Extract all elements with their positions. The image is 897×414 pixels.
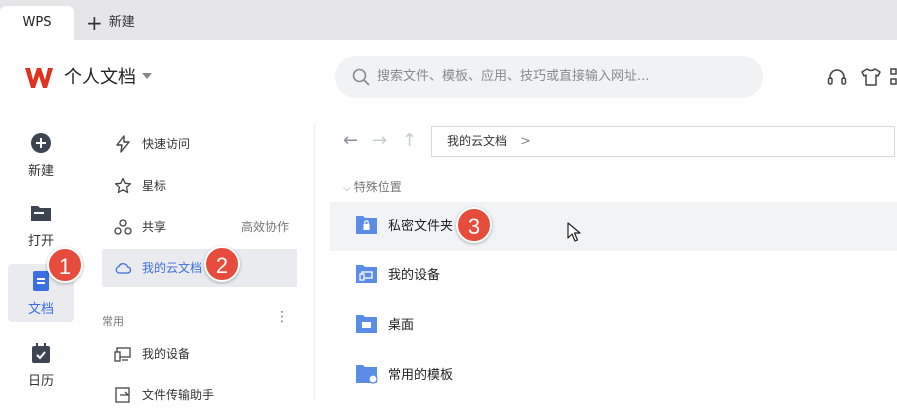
step-badge-3: 3 (456, 207, 492, 243)
folder-icon (31, 206, 51, 221)
nav-label: 快速访问 (142, 137, 191, 151)
folder-label: 私密文件夹 (388, 219, 454, 234)
rail-label: 文档 (27, 302, 54, 317)
rail-label: 日历 (27, 374, 54, 389)
folder-label: 我的设备 (388, 268, 441, 283)
transfer-icon (115, 387, 130, 403)
folder-label: 常用的模板 (388, 368, 454, 383)
new-tab-button[interactable]: + 新建 (86, 6, 135, 40)
plus-circle-icon (31, 133, 51, 153)
nav-label: 我的设备 (142, 347, 191, 361)
search-placeholder: 搜索文件、模板、应用、技巧或直接输入网址... (377, 69, 650, 84)
nav-label: 共享 (142, 220, 167, 234)
lock-folder-icon (356, 216, 377, 234)
special-locations-header[interactable]: ⌵ 特殊位置 (343, 179, 402, 197)
nav-quick-access[interactable]: 快速访问 (102, 125, 297, 163)
nav-hint: 高效协作 (240, 220, 289, 234)
mouse-cursor-icon (567, 222, 581, 242)
folder-row-my-devices[interactable]: 我的设备 (330, 251, 897, 300)
grid-apps-icon[interactable] (890, 66, 897, 88)
nav-label: 文件传输助手 (142, 388, 215, 402)
wps-logo-icon (25, 68, 53, 88)
headset-icon[interactable] (826, 66, 848, 88)
up-arrow-icon[interactable]: ↑ (402, 130, 417, 152)
breadcrumb[interactable]: 我的云文档 > (431, 126, 895, 157)
rail-label: 新建 (27, 164, 54, 179)
nav-starred[interactable]: 星标 (102, 167, 297, 205)
folder-row-desktop[interactable]: 桌面 (330, 301, 897, 350)
skin-tshirt-icon[interactable] (860, 66, 882, 88)
cloud-icon (115, 263, 132, 274)
nav-label: 星标 (142, 179, 167, 193)
calendar-icon (32, 343, 50, 363)
nav-my-devices[interactable]: 我的设备 (102, 335, 297, 373)
chevron-right-icon: > (520, 134, 531, 149)
step-badge-1: 1 (47, 247, 83, 283)
nav-label: 我的云文档 (142, 261, 203, 275)
header: 个人文档 搜索文件、模板、应用、技巧或直接输入网址... (0, 40, 897, 116)
nav-my-cloud-docs[interactable]: 我的云文档 (102, 249, 297, 287)
section-label: 特殊位置 (353, 180, 402, 194)
nav-shared[interactable]: 共享 高效协作 (102, 208, 297, 246)
folder-label: 桌面 (388, 318, 415, 333)
rail-new[interactable]: 新建 (8, 126, 74, 184)
folder-row-private[interactable]: 私密文件夹 (330, 202, 897, 251)
rail-calendar[interactable]: 日历 (8, 336, 74, 394)
search-input[interactable]: 搜索文件、模板、应用、技巧或直接输入网址... (335, 56, 763, 98)
folder-row-templates[interactable]: 常用的模板 (330, 351, 897, 400)
device-icon (114, 347, 131, 362)
new-tab-label: 新建 (108, 15, 135, 30)
star-icon (114, 177, 132, 194)
device-folder-icon (356, 265, 377, 283)
workspace-title[interactable]: 个人文档 (64, 65, 136, 91)
more-vertical-icon[interactable]: ⋮ (275, 310, 289, 324)
lightning-icon (116, 135, 130, 153)
tab-bar: WPS + 新建 (0, 0, 897, 40)
back-arrow-icon[interactable]: ← (343, 130, 358, 152)
breadcrumb-item[interactable]: 我的云文档 (447, 127, 507, 156)
desktop-folder-icon (356, 315, 377, 333)
divider (314, 124, 315, 400)
tab-wps[interactable]: WPS (0, 6, 74, 40)
common-section-label: 常用 (102, 315, 124, 328)
plus-icon: + (86, 11, 103, 35)
forward-arrow-icon[interactable]: → (372, 130, 387, 152)
chevron-down-icon[interactable] (142, 73, 152, 79)
search-icon (352, 68, 370, 86)
template-folder-icon (356, 365, 378, 384)
rail-open[interactable]: 打开 (8, 196, 74, 254)
share-icon (114, 219, 132, 235)
nav-file-transfer[interactable]: 文件传输助手 (102, 376, 297, 414)
chevron-down-icon: ⌵ (343, 183, 354, 194)
step-badge-2: 2 (204, 246, 240, 282)
